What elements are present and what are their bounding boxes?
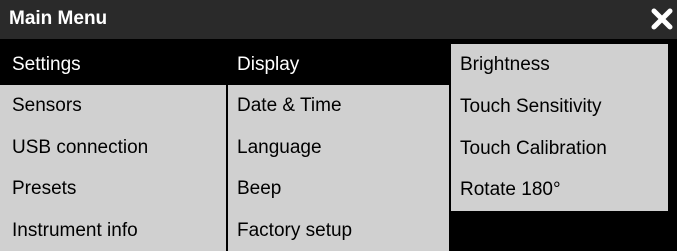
menu-item-date-time[interactable]: Date & Time [228,85,449,126]
menu-item-touch-calibration[interactable]: Touch Calibration [451,128,668,170]
menu-item-factory-setup[interactable]: Factory setup [228,210,449,251]
menu-item-usb-connection[interactable]: USB connection [0,127,226,168]
menu-item-rotate-180[interactable]: Rotate 180° [451,169,668,211]
title-bar: Main Menu [0,0,677,39]
menu-item-touch-sensitivity[interactable]: Touch Sensitivity [451,86,668,128]
menu-item-settings[interactable]: Settings [0,44,226,86]
menu-item-brightness[interactable]: Brightness [451,44,668,86]
menu-column-settings: Display Date & Time Language Beep Factor… [228,44,449,251]
menu-item-beep[interactable]: Beep [228,168,449,209]
menu-column-main: Settings Sensors USB connection Presets … [0,44,226,251]
close-x-icon [651,8,673,30]
menu-item-sensors[interactable]: Sensors [0,85,226,126]
menu-item-presets[interactable]: Presets [0,168,226,209]
menu-item-instrument-info[interactable]: Instrument info [0,210,226,251]
window-title: Main Menu [9,8,108,29]
main-menu-window: Main Menu Settings Sensors USB connectio… [0,0,677,251]
menu-item-language[interactable]: Language [228,127,449,168]
menu-column-display: Brightness Touch Sensitivity Touch Calib… [451,44,668,211]
close-button[interactable] [649,6,675,32]
menu-item-display[interactable]: Display [228,44,449,86]
